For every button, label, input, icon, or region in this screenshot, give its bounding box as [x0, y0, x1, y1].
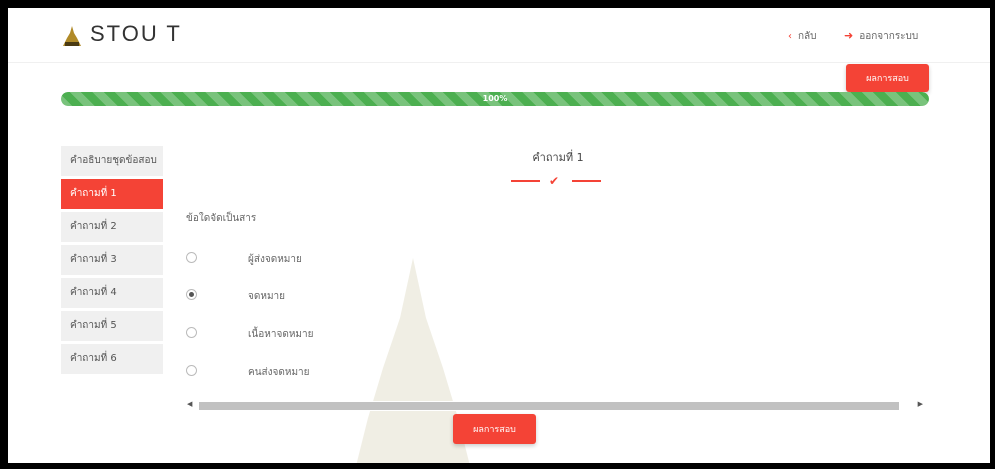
radio-button[interactable]	[186, 365, 197, 376]
sidebar-item-question-2[interactable]: คำถามที่ 2	[61, 212, 163, 242]
radio-button[interactable]	[186, 289, 197, 300]
logo-icon	[63, 26, 81, 46]
logout-link[interactable]: ➜ ออกจากระบบ	[844, 29, 918, 44]
answer-option-2[interactable]: จดหมาย	[186, 288, 486, 304]
option-label: คนส่งจดหมาย	[248, 367, 310, 378]
scrollbar-thumb[interactable]	[199, 402, 899, 410]
sign-out-icon: ➜	[844, 29, 854, 42]
check-icon: ✔	[549, 174, 560, 188]
back-link[interactable]: ‹ กลับ	[788, 29, 817, 44]
question-text: ข้อใดจัดเป็นสาร	[186, 213, 257, 224]
progress-bar: 100%	[61, 92, 929, 106]
progress-label: 100%	[482, 94, 508, 103]
brand-title: STOU T	[90, 21, 182, 46]
scroll-right-icon[interactable]: ▶	[918, 400, 923, 408]
sidebar-item-description[interactable]: คำอธิบายชุดข้อสอบ	[61, 146, 163, 176]
horizontal-scrollbar[interactable]: ◀ ▶	[186, 400, 927, 411]
sidebar-item-question-4[interactable]: คำถามที่ 4	[61, 278, 163, 308]
radio-button[interactable]	[186, 252, 197, 263]
option-label: เนื้อหาจดหมาย	[248, 329, 314, 340]
sidebar-item-question-6[interactable]: คำถามที่ 6	[61, 344, 163, 374]
sidebar-item-question-1[interactable]: คำถามที่ 1	[61, 179, 163, 209]
answer-option-3[interactable]: เนื้อหาจดหมาย	[186, 326, 486, 342]
logout-label: ออกจากระบบ	[859, 31, 919, 42]
title-divider: ✔	[511, 174, 601, 188]
exam-result-button-bottom[interactable]: ผลการสอบ	[453, 414, 536, 444]
question-sidebar: คำอธิบายชุดข้อสอบ คำถามที่ 1 คำถามที่ 2 …	[61, 146, 163, 377]
app-window: STOU T ‹ กลับ ➜ ออกจากระบบ ผลการสอบ 100% ค…	[8, 8, 990, 463]
back-label: กลับ	[798, 31, 817, 42]
header: STOU T ‹ กลับ ➜ ออกจากระบบ	[8, 8, 990, 63]
answer-option-4[interactable]: คนส่งจดหมาย	[186, 364, 486, 380]
divider-line-right	[572, 180, 601, 182]
radio-button[interactable]	[186, 327, 197, 338]
option-label: ผู้ส่งจดหมาย	[248, 254, 302, 265]
exam-result-button-top[interactable]: ผลการสอบ	[846, 64, 929, 92]
sidebar-item-question-5[interactable]: คำถามที่ 5	[61, 311, 163, 341]
divider-line-left	[511, 180, 540, 182]
option-label: จดหมาย	[248, 291, 286, 302]
answer-option-1[interactable]: ผู้ส่งจดหมาย	[186, 251, 486, 267]
scroll-left-icon[interactable]: ◀	[187, 400, 192, 408]
question-title: คำถามที่ 1	[532, 151, 584, 164]
sidebar-item-question-3[interactable]: คำถามที่ 3	[61, 245, 163, 275]
chevron-left-icon: ‹	[788, 31, 792, 42]
